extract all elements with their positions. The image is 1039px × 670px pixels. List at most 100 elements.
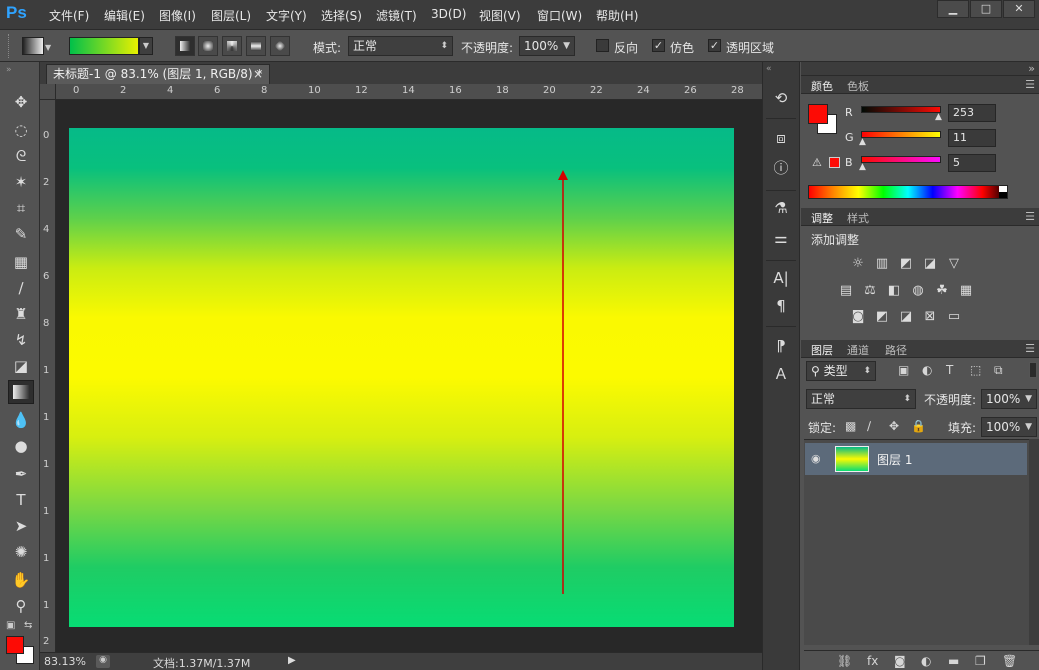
tool-preset-chevron-icon[interactable]: ▼ [45,43,51,52]
menu-edit[interactable]: 编辑(E) [104,7,145,24]
tab-adjustments[interactable]: 调整 [811,210,833,226]
tab-layers[interactable]: 图层 [811,342,833,358]
menu-file[interactable]: 文件(F) [49,7,89,24]
filter-type-icon[interactable]: T [946,363,953,377]
eraser-tool-icon[interactable]: ◪ [8,354,34,378]
diamond-gradient-button[interactable] [270,36,290,56]
reverse-checkbox[interactable] [596,39,609,52]
angle-gradient-button[interactable] [222,36,242,56]
levels-adjust-icon[interactable]: ▥ [873,256,891,272]
menu-select[interactable]: 选择(S) [321,7,362,24]
paragraph-panel-icon[interactable]: ¶ [771,296,791,316]
healing-brush-tool-icon[interactable]: ▦ [8,250,34,274]
new-layer-icon[interactable]: ❐ [975,654,986,668]
type-tool-icon[interactable]: T [8,488,34,512]
color-spectrum-ramp[interactable] [808,185,1008,199]
invert-adjust-icon[interactable]: ◙ [849,309,867,325]
posterize-adjust-icon[interactable]: ◩ [873,309,891,325]
threshold-adjust-icon[interactable]: ◪ [897,309,915,325]
g-value-input[interactable]: 11 [948,129,996,147]
r-value-input[interactable]: 253 [948,104,996,122]
menu-3d[interactable]: 3D(D) [431,7,466,21]
filter-pixel-icon[interactable]: ▣ [898,363,909,377]
lasso-tool-icon[interactable]: ᘓ [8,144,34,168]
new-adjustment-layer-icon[interactable]: ◐ [921,654,931,668]
status-share-icon[interactable]: ◉ [96,655,110,668]
eyedropper-tool-icon[interactable]: ✎ [8,222,34,246]
vertical-ruler[interactable]: 0 2 4 6 8 1 1 1 1 1 1 2 [40,100,56,652]
exposure-adjust-icon[interactable]: ◪ [921,256,939,272]
foreground-color-swatch[interactable] [6,636,24,654]
spectrum-bw-chips[interactable] [999,186,1007,198]
b-value-input[interactable]: 5 [948,154,996,172]
history-panel-icon[interactable]: ⟲ [771,88,791,108]
3d-panel-icon[interactable]: ⧈ [771,128,791,148]
menu-filter[interactable]: 滤镜(T) [376,7,417,24]
zoom-level[interactable]: 83.13% [44,655,86,668]
lock-image-icon[interactable]: ∕ [867,419,871,433]
layers-panel-menu-icon[interactable]: ☰ [1025,342,1035,355]
gradient-preview[interactable] [69,37,139,55]
tab-styles[interactable]: 样式 [847,210,869,226]
menu-view[interactable]: 视图(V) [479,7,521,24]
clone-stamp-tool-icon[interactable]: ♜ [8,302,34,326]
layer-name[interactable]: 图层 1 [877,451,912,468]
move-tool-icon[interactable]: ✥ [8,90,34,114]
linear-gradient-button[interactable] [175,36,195,56]
lock-transparent-icon[interactable]: ▩ [845,419,856,433]
selective-color-adjust-icon[interactable]: ⊠ [921,309,939,325]
info-panel-icon[interactable]: ⓘ [771,158,791,178]
layer-row[interactable]: ◉ 图层 1 [805,443,1027,475]
gradient-tool-icon[interactable] [8,380,34,404]
adjustments-panel-menu-icon[interactable]: ☰ [1025,210,1035,223]
layer-fill-input[interactable]: 100% ▼ [981,417,1037,437]
add-mask-icon[interactable]: ◙ [894,654,906,668]
brush-tool-icon[interactable]: ∕ [8,276,34,300]
transparency-checkbox[interactable]: ✓ [708,39,721,52]
path-selection-tool-icon[interactable]: ➤ [8,514,34,538]
filter-toggle-switch[interactable] [1029,362,1037,378]
magic-wand-tool-icon[interactable]: ✶ [8,170,34,194]
mode-select[interactable]: 正常 ⬍ [348,36,453,56]
crop-tool-icon[interactable]: ⌗ [8,196,34,220]
curves-adjust-icon[interactable]: ◩ [897,256,915,272]
color-balance-adjust-icon[interactable]: ⚖ [861,283,879,299]
opacity-input[interactable]: 100% ▼ [519,36,575,56]
menu-window[interactable]: 窗口(W) [537,7,582,24]
filter-adjustment-icon[interactable]: ◐ [922,363,932,377]
g-slider-handle-icon[interactable]: ▲ [859,137,866,147]
dodge-tool-icon[interactable]: ● [8,434,34,458]
gradient-map-adjust-icon[interactable]: ▭ [945,309,963,325]
custom-shape-tool-icon[interactable]: ✺ [8,540,34,564]
hand-tool-icon[interactable]: ✋ [8,568,34,592]
color-panel-menu-icon[interactable]: ☰ [1025,78,1035,91]
blur-tool-icon[interactable]: 💧 [8,408,34,432]
swap-colors-icon[interactable]: ⇆ [24,620,32,631]
layer-blend-mode-select[interactable]: 正常 ⬍ [806,389,916,409]
panel-collapse-icon[interactable]: » [1028,62,1035,75]
layer-style-fx-icon[interactable]: fx [867,654,878,668]
menu-help[interactable]: 帮助(H) [596,7,638,24]
channel-mixer-adjust-icon[interactable]: ☘ [933,283,951,299]
menu-image[interactable]: 图像(I) [159,7,196,24]
horizontal-ruler[interactable]: 0 2 4 6 8 10 12 14 16 18 20 22 24 26 28 [56,84,762,100]
tab-swatches[interactable]: 色板 [847,78,869,94]
layer-kind-filter[interactable]: ⚲ 类型 ⬍ [806,361,876,381]
menu-type[interactable]: 文字(Y) [266,7,307,24]
photo-filter-adjust-icon[interactable]: ◍ [909,283,927,299]
color-panel-fg-swatch[interactable] [808,104,828,124]
r-slider[interactable] [861,106,941,113]
document-tab[interactable]: 未标题-1 @ 83.1% (图层 1, RGB/8) * × [46,64,270,84]
menu-layer[interactable]: 图层(L) [211,7,251,24]
layer-opacity-input[interactable]: 100% ▼ [981,389,1037,409]
black-white-adjust-icon[interactable]: ◧ [885,283,903,299]
marquee-tool-icon[interactable]: ◌ [8,118,34,142]
tab-paths[interactable]: 路径 [885,342,907,358]
lock-all-icon[interactable]: 🔒 [911,419,926,433]
document-canvas[interactable] [69,128,734,627]
brush-panel-icon[interactable]: ⚗ [771,198,791,218]
g-slider[interactable] [861,131,941,138]
close-button[interactable]: ✕ [1003,0,1035,18]
hue-saturation-adjust-icon[interactable]: ▤ [837,283,855,299]
color-lookup-adjust-icon[interactable]: ▦ [957,283,975,299]
